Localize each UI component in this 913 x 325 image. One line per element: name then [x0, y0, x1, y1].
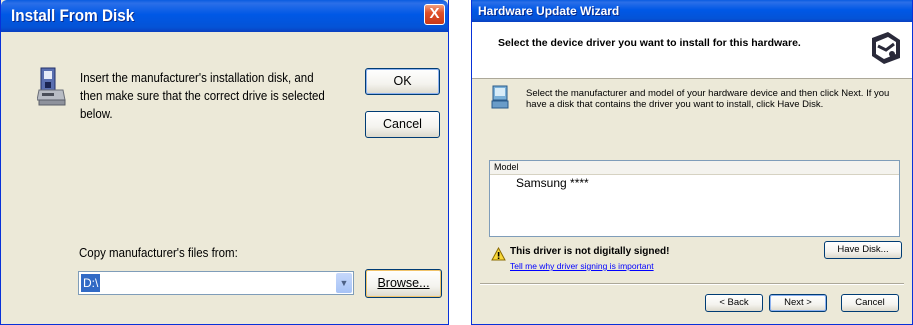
- wizard-title: Hardware Update Wizard: [478, 4, 620, 18]
- ok-button[interactable]: OK: [365, 68, 440, 95]
- close-button[interactable]: X: [424, 4, 445, 25]
- wizard-header: Select the device driver you want to ins…: [472, 22, 912, 79]
- browse-button-label: Browse...: [377, 276, 430, 290]
- model-list-item[interactable]: Samsung ****: [490, 175, 899, 191]
- wizard-divider: [480, 283, 904, 285]
- model-column-header[interactable]: Model: [490, 161, 899, 175]
- browse-button[interactable]: Browse...: [365, 269, 442, 298]
- device-icon: [491, 85, 509, 109]
- source-path-combobox[interactable]: D:\ ▼: [78, 271, 354, 295]
- wizard-cancel-button[interactable]: Cancel: [841, 294, 899, 312]
- instruction-text: Insert the manufacturer's installation d…: [80, 71, 325, 121]
- cancel-button[interactable]: Cancel: [365, 111, 440, 138]
- dialog-title: Install From Disk: [11, 6, 135, 25]
- unsigned-driver-warning: This driver is not digitally signed!: [510, 246, 670, 257]
- warning-icon: [491, 247, 506, 261]
- source-path-value[interactable]: D:\: [81, 274, 101, 292]
- wizard-instruction-text: Select the manufacturer and model of you…: [526, 88, 890, 110]
- wizard-heading: Select the device driver you want to ins…: [498, 37, 801, 49]
- hardware-update-wizard: Hardware Update Wizard Select the device…: [471, 0, 913, 325]
- copy-from-label: Copy manufacturer's files from:: [79, 246, 238, 260]
- floppy-disk-icon: [37, 67, 66, 106]
- model-list[interactable]: Model Samsung ****: [489, 160, 900, 237]
- next-button[interactable]: Next >: [769, 294, 827, 312]
- wizard-title-bar[interactable]: Hardware Update Wizard: [472, 0, 912, 22]
- dropdown-arrow-icon[interactable]: ▼: [336, 273, 352, 293]
- dialog-body: Insert the manufacturer's installation d…: [1, 32, 448, 324]
- hardware-wizard-icon: [868, 30, 904, 66]
- driver-signing-link[interactable]: Tell me why driver signing is important: [510, 261, 654, 271]
- install-from-disk-dialog: Install From Disk X Insert the manufactu…: [0, 0, 449, 325]
- have-disk-button[interactable]: Have Disk...: [824, 241, 902, 259]
- title-bar[interactable]: Install From Disk X: [1, 0, 448, 32]
- back-button[interactable]: < Back: [705, 294, 763, 312]
